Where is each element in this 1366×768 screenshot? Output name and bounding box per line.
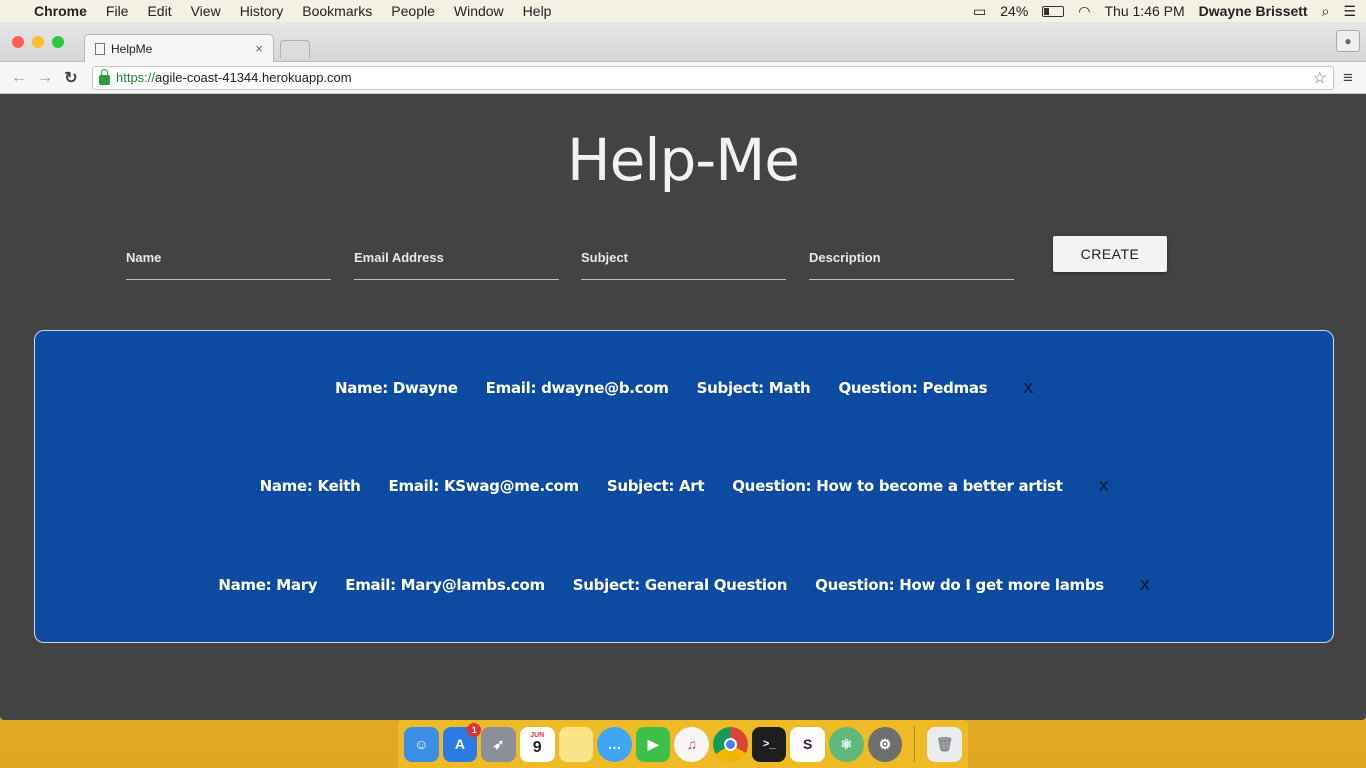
page-title: Help-Me — [567, 126, 800, 194]
page-content: Help-Me Name Email Address Subject Descr… — [0, 94, 1366, 720]
ticket-email: Email: Mary@lambs.com — [345, 576, 545, 594]
wifi-icon[interactable]: ◠ — [1078, 3, 1090, 20]
ticket-name: Name: Mary — [218, 576, 318, 594]
ticket-email: Email: dwayne@b.com — [485, 379, 669, 397]
ticket-question: Question: Pedmas — [838, 379, 988, 397]
trash-icon[interactable]: 🗑 — [927, 726, 962, 762]
chrome-menu-icon[interactable]: ≡ — [1338, 68, 1358, 88]
slack-icon[interactable]: S — [790, 726, 826, 762]
reload-icon[interactable]: ↻ — [60, 68, 82, 88]
page-icon — [95, 42, 105, 55]
url-host: agile-coast-41344.herokuapp.com — [155, 70, 352, 85]
ticket-subject: Subject: Art — [606, 477, 705, 495]
menu-bookmarks[interactable]: Bookmarks — [302, 3, 372, 19]
calendar-day: 9 — [532, 738, 542, 756]
bookmark-star-icon[interactable]: ☆ — [1313, 68, 1327, 88]
ticket-subject: Subject: General Question — [572, 576, 788, 594]
menu-help[interactable]: Help — [523, 3, 552, 19]
ticket-subject: Subject: Math — [696, 379, 811, 397]
tab-close-icon[interactable]: × — [255, 41, 263, 56]
lock-icon — [99, 68, 110, 85]
profile-icon[interactable]: ● — [1336, 30, 1360, 52]
messages-icon[interactable]: … — [597, 726, 632, 762]
tab-title: HelpMe — [111, 41, 153, 56]
calendar-month: JUN — [530, 731, 545, 739]
menu-people[interactable]: People — [391, 3, 435, 19]
menu-history[interactable]: History — [240, 3, 284, 19]
new-tab-button[interactable] — [280, 40, 310, 58]
menu-window[interactable]: Window — [454, 3, 504, 19]
system-preferences-icon[interactable]: ⚙ — [867, 726, 903, 762]
dock-separator — [914, 726, 916, 762]
notification-center-icon[interactable]: ☰ — [1343, 3, 1356, 20]
delete-ticket-button[interactable]: X — [1099, 478, 1109, 495]
ticket-email: Email: KSwag@me.com — [388, 477, 580, 495]
ticket-question: Question: How do I get more lambs — [815, 576, 1104, 594]
email-input[interactable]: Email Address — [354, 242, 559, 280]
airplay-icon[interactable]: ▭ — [973, 3, 986, 20]
app-store-icon[interactable]: A1 — [442, 722, 482, 762]
url-scheme: https:// — [116, 70, 156, 85]
ticket-name: Name: Keith — [259, 477, 361, 495]
status-area: ▭ 24% ◠ Thu 1:46 PM Dwayne Brissett ⌕ ☰ — [973, 3, 1356, 20]
itunes-icon[interactable]: ♫ — [674, 726, 710, 762]
dock: ☺ A1 ➶ JUN 9 … ▶ ♫ >_ S ⚛ ⚙ 🗑 — [398, 720, 968, 768]
browser-window: HelpMe × ● ← → ↻ https:// agile-coast-41… — [0, 22, 1366, 720]
minimize-window-button[interactable] — [32, 36, 44, 48]
menu-view[interactable]: View — [191, 3, 221, 19]
notes-icon[interactable] — [558, 726, 594, 762]
launchpad-icon[interactable]: ➶ — [481, 726, 516, 762]
ticket-question: Question: How to become a better artist — [732, 477, 1063, 495]
ticket-name: Name: Dwayne — [334, 379, 458, 397]
delete-ticket-button[interactable]: X — [1140, 577, 1150, 594]
ticket-row: Name: Mary Email: Mary@lambs.com Subject… — [35, 576, 1333, 594]
atom-icon[interactable]: ⚛ — [829, 726, 864, 762]
clock[interactable]: Thu 1:46 PM — [1105, 3, 1185, 19]
ticket-row: Name: Keith Email: KSwag@me.com Subject:… — [35, 477, 1333, 495]
tab-helpme[interactable]: HelpMe × — [84, 34, 274, 62]
chrome-icon[interactable] — [713, 726, 748, 762]
facetime-icon[interactable]: ▶ — [635, 726, 671, 762]
menu-app-name[interactable]: Chrome — [34, 3, 87, 19]
menu-edit[interactable]: Edit — [147, 3, 171, 19]
browser-toolbar: ← → ↻ https:// agile-coast-41344.herokua… — [0, 62, 1366, 94]
app-store-badge: 1 — [467, 722, 482, 737]
tab-bar: HelpMe × ● — [0, 22, 1366, 62]
ticket-list: Name: Dwayne Email: dwayne@b.com Subject… — [34, 330, 1334, 643]
menu-file[interactable]: File — [106, 3, 129, 19]
address-bar[interactable]: https:// agile-coast-41344.herokuapp.com… — [92, 65, 1334, 90]
subject-input[interactable]: Subject — [581, 242, 786, 280]
terminal-icon[interactable]: >_ — [751, 726, 787, 762]
ticket-row: Name: Dwayne Email: dwayne@b.com Subject… — [35, 379, 1333, 397]
description-input[interactable]: Description — [809, 242, 1014, 280]
back-arrow-icon[interactable]: ← — [8, 69, 30, 87]
finder-icon[interactable]: ☺ — [404, 726, 439, 762]
calendar-icon[interactable]: JUN 9 — [519, 726, 555, 762]
macos-menu-bar: Chrome File Edit View History Bookmarks … — [0, 0, 1366, 22]
delete-ticket-button[interactable]: X — [1023, 380, 1033, 397]
close-window-button[interactable] — [12, 36, 24, 48]
name-input[interactable]: Name — [126, 242, 331, 280]
window-controls — [12, 36, 64, 48]
create-button[interactable]: CREATE — [1053, 236, 1167, 272]
maximize-window-button[interactable] — [52, 36, 64, 48]
battery-icon[interactable] — [1042, 5, 1065, 17]
spotlight-search-icon[interactable]: ⌕ — [1322, 3, 1330, 20]
forward-arrow-icon[interactable]: → — [34, 69, 56, 87]
user-name[interactable]: Dwayne Brissett — [1199, 3, 1308, 19]
battery-percent: 24% — [1000, 3, 1029, 19]
